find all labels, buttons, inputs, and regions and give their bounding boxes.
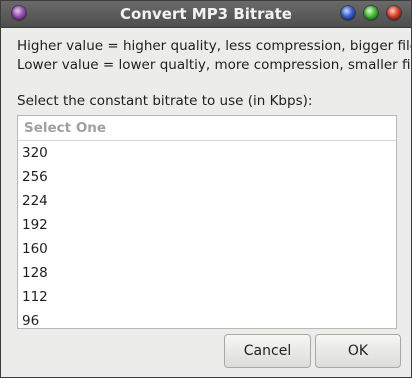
list-item-192[interactable]: 192	[18, 213, 396, 237]
bitrate-list[interactable]: Select One 320 256 224 192 160 128 112 9…	[17, 115, 397, 329]
list-column-header[interactable]: Select One	[18, 116, 396, 141]
description-line-lower: Lower value = lower qualtiy, more compre…	[17, 57, 412, 73]
list-item-224[interactable]: 224	[18, 189, 396, 213]
close-icon[interactable]	[387, 6, 401, 20]
list-item-160[interactable]: 160	[18, 237, 396, 261]
maximize-icon[interactable]	[364, 6, 378, 20]
ok-button[interactable]: OK	[315, 334, 401, 368]
list-item-96[interactable]: 96	[18, 309, 396, 328]
description: Higher value = higher quality, less comp…	[17, 37, 412, 75]
dialog-window: Convert MP3 Bitrate Higher value = highe…	[0, 0, 412, 378]
description-line-higher: Higher value = higher quality, less comp…	[17, 38, 412, 54]
list-item-112[interactable]: 112	[18, 285, 396, 309]
list-item-128[interactable]: 128	[18, 261, 396, 285]
cancel-button[interactable]: Cancel	[224, 334, 311, 368]
minimize-icon[interactable]	[341, 6, 355, 20]
title-bar[interactable]: Convert MP3 Bitrate	[1, 1, 411, 28]
list-item-256[interactable]: 256	[18, 165, 396, 189]
list-item-320[interactable]: 320	[18, 141, 396, 165]
bitrate-prompt-label: Select the constant bitrate to use (in K…	[17, 93, 313, 109]
